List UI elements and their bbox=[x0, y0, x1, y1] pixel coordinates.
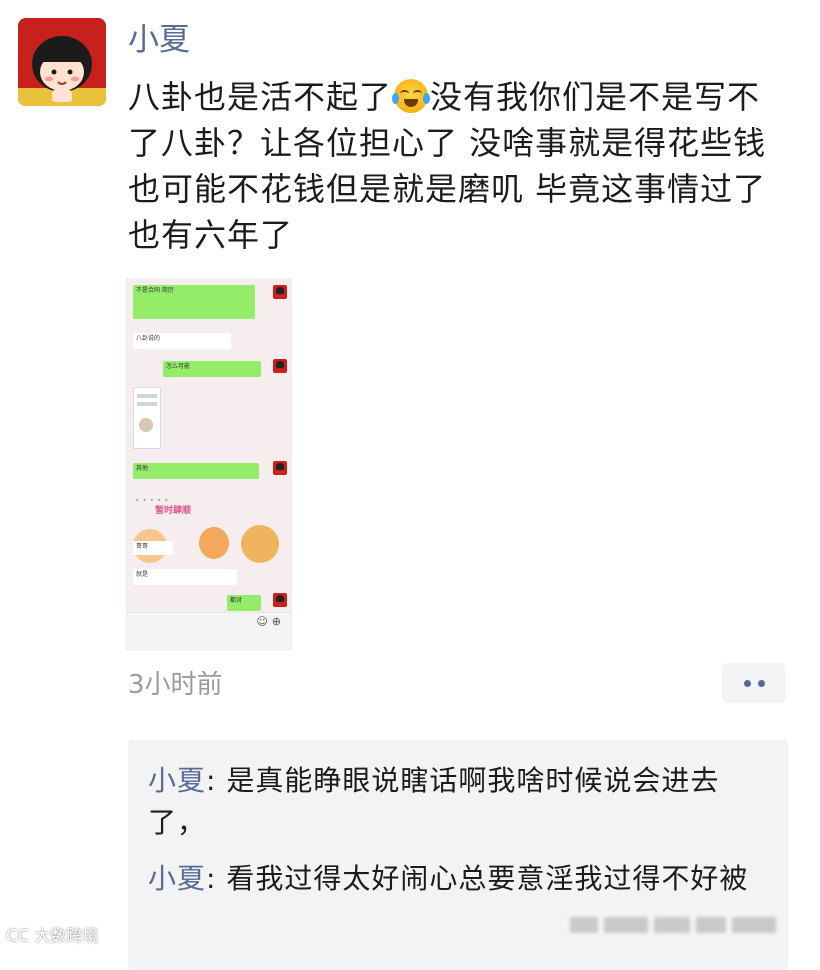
post-text: 八卦也是活不起了 没有我你们是不是写不了八卦？让各位担心了 没啥事就是得花些钱 也… bbox=[128, 74, 788, 258]
comment-separator: : bbox=[206, 764, 227, 797]
blurred-watermark bbox=[570, 910, 810, 940]
thumb-message-2: 八卦说的 bbox=[133, 333, 231, 349]
thumb-message-7: 都对 bbox=[227, 595, 261, 611]
post-timestamp: 3小时前 bbox=[128, 670, 223, 700]
thumb-photo bbox=[133, 387, 161, 449]
thumb-input-icons: ☺⊕ bbox=[256, 615, 285, 628]
thumb-message-6: 就是 bbox=[133, 569, 237, 585]
comment-item[interactable]: 小夏: 是真能睁眼说瞎话啊我啥时候说会进去了， bbox=[148, 760, 758, 844]
thumb-dots: • • • • • bbox=[135, 496, 169, 505]
post-image-thumbnail[interactable]: 不是合同 简历 八卦说的 怎么可能 其他 • • • • • 暂时肆顺 哥哥 就… bbox=[126, 278, 292, 650]
more-actions-button[interactable] bbox=[722, 663, 786, 703]
comment-author[interactable]: 小夏 bbox=[148, 764, 206, 797]
watermark-text: 大数跨境 bbox=[34, 926, 99, 945]
comment-item[interactable]: 小夏: 看我过得太好闹心总要意淫我过得不好被 bbox=[148, 858, 758, 900]
avatar-illustration bbox=[18, 18, 106, 106]
thumb-input-bar: ☺⊕ bbox=[127, 612, 291, 649]
thumb-avatar bbox=[273, 359, 287, 373]
author-avatar[interactable] bbox=[18, 18, 106, 106]
comment-author[interactable]: 小夏 bbox=[148, 862, 206, 895]
thumb-sticker bbox=[241, 525, 279, 563]
thumb-avatar bbox=[273, 593, 287, 607]
comment-text: 是真能睁眼说瞎话啊我啥时候说会进去了， bbox=[148, 764, 720, 839]
watermark-logo-icon: ᑕᑕ bbox=[6, 926, 30, 945]
comment-text: 看我过得太好闹心总要意淫我过得不好被 bbox=[226, 862, 749, 895]
laughing-crying-emoji-icon bbox=[392, 79, 431, 113]
thumb-avatar bbox=[273, 285, 287, 299]
watermark: ᑕᑕ 大数跨境 bbox=[6, 922, 98, 946]
comment-separator: : bbox=[206, 862, 227, 895]
post-author-name[interactable]: 小夏 bbox=[128, 20, 190, 60]
thumb-message-1: 不是合同 简历 bbox=[133, 285, 255, 319]
post-text-part-1: 八卦也是活不起了 bbox=[128, 78, 393, 116]
more-dot-icon bbox=[757, 679, 765, 687]
thumb-sticker bbox=[199, 527, 229, 559]
thumb-message-3: 怎么可能 bbox=[163, 361, 261, 377]
more-dot-icon bbox=[743, 679, 751, 687]
thumb-sticker-caption: 暂时肆顺 bbox=[155, 506, 192, 516]
thumb-message-5: 哥哥 bbox=[133, 541, 173, 555]
thumb-message-4: 其他 bbox=[133, 463, 259, 479]
thumb-avatar bbox=[273, 461, 287, 475]
